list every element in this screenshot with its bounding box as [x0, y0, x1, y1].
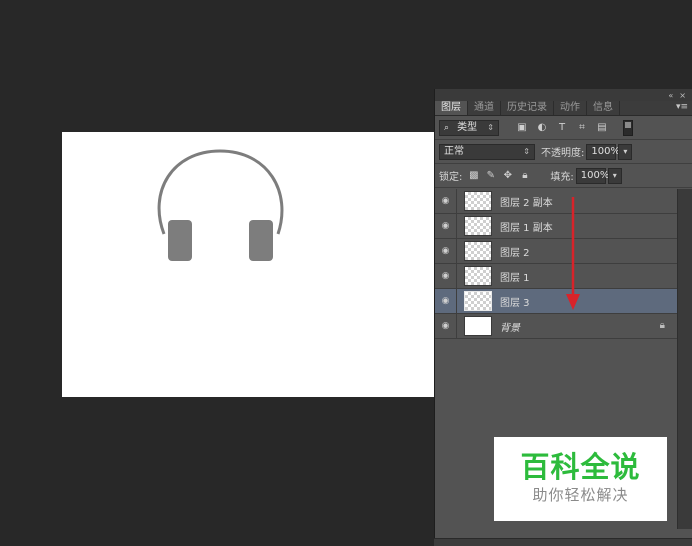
layer-row-background[interactable]: ◉ 背景 🔒︎: [435, 313, 677, 339]
headphone-artwork: [157, 149, 284, 261]
opacity-input[interactable]: 100%: [586, 143, 620, 160]
visibility-eye-icon[interactable]: ◉: [435, 288, 457, 314]
lock-label: 锁定:: [439, 172, 463, 183]
visibility-eye-icon[interactable]: ◉: [435, 313, 457, 339]
layer-name: 图层 1: [500, 272, 530, 284]
blend-row: 正常 ⇕ 不透明度: 100% ▾: [435, 140, 692, 164]
search-icon: ⌕: [444, 122, 450, 133]
layer-row[interactable]: ◉ 图层 2: [435, 238, 677, 264]
fill-input[interactable]: 100%: [575, 167, 609, 184]
filter-kind-label: 类型: [457, 121, 478, 133]
visibility-eye-icon[interactable]: ◉: [435, 238, 457, 264]
layer-lock-icon: 🔒︎: [659, 320, 665, 331]
layer-row[interactable]: ◉ 图层 1: [435, 263, 677, 289]
layer-thumbnail: [464, 191, 492, 211]
visibility-eye-icon[interactable]: ◉: [435, 213, 457, 239]
lock-all-icon[interactable]: 🔒︎: [519, 170, 530, 181]
blend-mode-select[interactable]: 正常 ⇕: [439, 143, 535, 160]
close-icon[interactable]: ×: [679, 91, 686, 100]
lock-row: 锁定: ▩ ✎ ✥ 🔒︎ 填充: 100% ▾: [435, 164, 692, 188]
fill-label: 填充:: [550, 172, 574, 183]
visibility-eye-icon[interactable]: ◉: [435, 263, 457, 289]
panel-bottom-toolbar: [434, 538, 692, 546]
shape-filter-icon[interactable]: ⌗: [575, 122, 589, 134]
filter-kind-select[interactable]: ⌕ 类型 ⇕: [439, 119, 499, 136]
right-earcup: [249, 220, 273, 261]
type-filter-icon[interactable]: T: [555, 122, 569, 134]
filter-row: ⌕ 类型 ⇕ ▣ ◐ T ⌗ ▤: [435, 116, 692, 140]
lock-transparent-icon[interactable]: ▩: [468, 170, 479, 181]
opacity-label: 不透明度:: [541, 148, 585, 159]
layer-row[interactable]: ◉ 图层 2 副本: [435, 188, 677, 214]
adjustment-filter-icon[interactable]: ◐: [535, 122, 549, 134]
tab-actions[interactable]: 动作: [554, 101, 587, 115]
layer-name: 图层 1 副本: [500, 222, 553, 234]
collapse-icon[interactable]: «: [668, 91, 673, 100]
opacity-value: 100%: [591, 145, 620, 157]
left-earcup: [168, 220, 192, 261]
layer-name: 图层 2 副本: [500, 197, 553, 209]
panel-topbar: « ×: [435, 89, 692, 101]
layer-thumbnail: [464, 291, 492, 311]
watermark-title: 百科全说: [520, 450, 641, 484]
layer-thumbnail: [464, 216, 492, 236]
watermark-subtitle: 助你轻松解决: [532, 486, 629, 504]
fill-dropdown-icon[interactable]: ▾: [607, 167, 622, 184]
lock-paint-icon[interactable]: ✎: [485, 170, 496, 181]
lock-move-icon[interactable]: ✥: [502, 170, 513, 181]
filter-toggle[interactable]: [623, 119, 633, 136]
opacity-dropdown-icon[interactable]: ▾: [618, 143, 633, 160]
select-arrow-icon: ⇕: [523, 146, 530, 156]
tab-history[interactable]: 历史记录: [501, 101, 554, 115]
fill-value: 100%: [580, 169, 610, 181]
layer-name: 图层 3: [500, 297, 530, 309]
document-canvas[interactable]: [62, 132, 434, 397]
visibility-eye-icon[interactable]: ◉: [435, 188, 457, 214]
select-arrow-icon: ⇕: [487, 122, 494, 132]
pixel-filter-icon[interactable]: ▣: [515, 122, 529, 134]
layer-name: 背景: [500, 322, 520, 334]
tab-channels[interactable]: 通道: [468, 101, 501, 115]
tab-info[interactable]: 信息: [587, 101, 620, 115]
smart-object-filter-icon[interactable]: ▤: [595, 122, 609, 134]
layer-row-selected[interactable]: ◉ 图层 3: [435, 288, 677, 314]
layer-row[interactable]: ◉ 图层 1 副本: [435, 213, 677, 239]
tab-layers[interactable]: 图层: [435, 101, 468, 115]
blend-mode-value: 正常: [444, 145, 464, 157]
panel-tabs: 图层 通道 历史记录 动作 信息 ▾≡: [435, 101, 692, 116]
layer-thumbnail: [464, 316, 492, 336]
layer-thumbnail: [464, 241, 492, 261]
panel-menu-icon[interactable]: ▾≡: [676, 102, 688, 112]
layer-thumbnail: [464, 266, 492, 286]
watermark-badge: 百科全说 助你轻松解决: [494, 437, 667, 521]
layer-name: 图层 2: [500, 247, 530, 259]
layers-list: ◉ 图层 2 副本 ◉ 图层 1 副本 ◉ 图层 2 ◉ 图层 1 ◉ 图层 3…: [435, 188, 677, 339]
layers-scrollbar[interactable]: [677, 189, 692, 529]
